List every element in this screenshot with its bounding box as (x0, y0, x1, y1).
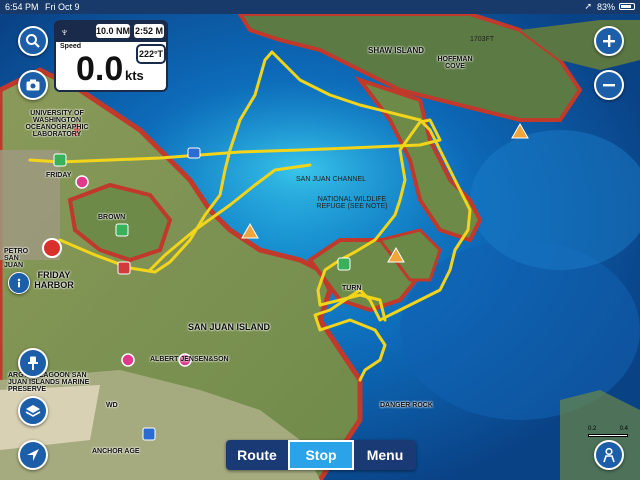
boat-position[interactable] (42, 238, 62, 258)
label-friday: FRIDAY (46, 172, 72, 179)
locate-button[interactable] (18, 440, 48, 470)
dock-marker[interactable] (53, 153, 67, 167)
label-wildlife-refuge: NATIONAL WILDLIFE REFUGE (SEE NOTE) (316, 196, 388, 210)
speed-unit: kts (125, 68, 144, 83)
label-brown: BROWN (98, 214, 126, 221)
lagoon-area (0, 385, 100, 450)
label-petro: PETRO SAN JUAN (4, 248, 29, 269)
label-san-juan-channel: SAN JUAN CHANNEL (296, 176, 367, 183)
location-arrow-icon: ➚ (584, 1, 592, 11)
scale-left: 0.2 (588, 426, 597, 432)
search-button[interactable] (18, 26, 48, 56)
label-depth-1703: 1703FT (470, 36, 495, 43)
zoom-in-button[interactable] (594, 26, 624, 56)
label-lagoon: ARGYLE LAGOON SAN JUAN ISLANDS MARINE PR… (8, 372, 90, 393)
label-anchorage: ANCHOR AGE (92, 448, 140, 455)
heading-readout: 222°T (136, 44, 166, 64)
stop-button[interactable]: Stop (288, 440, 354, 470)
marina-marker-2[interactable] (121, 353, 135, 367)
green-marker[interactable] (115, 223, 129, 237)
waypoint-button[interactable] (18, 348, 48, 378)
status-bar: 6:54 PM Fri Oct 9 ➚ 83% (0, 0, 640, 14)
turn-marker[interactable] (337, 257, 351, 271)
instrument-panel[interactable]: ♆ 10.0 NM 2:52 M Speed 0.0 kts 222°T (54, 20, 168, 92)
label-hoffman-cove: HOFFMAN COVE (437, 56, 473, 70)
info-button[interactable] (8, 272, 30, 294)
camera-button[interactable] (18, 70, 48, 100)
battery-icon (619, 3, 635, 10)
marina-marker[interactable] (75, 175, 89, 189)
zoom-out-button[interactable] (594, 70, 624, 100)
label-san-juan-island: SAN JUAN ISLAND (188, 322, 271, 332)
label-jensen: ALBERT JENSEN&SON (150, 356, 229, 363)
status-date: Fri Oct 9 (45, 2, 80, 12)
route-button[interactable]: Route (226, 440, 288, 470)
battery-percent: 83% (596, 2, 615, 12)
speed-label: Speed (60, 43, 82, 50)
label-shaw-island: SHAW ISLAND (368, 46, 424, 55)
label-turn: TURN (342, 285, 362, 292)
map-scale: 0.2 0.4 (588, 426, 628, 437)
label-uw-lab: UNIVERSITY OF WASHINGTON OCEANOGRAPHIC L… (25, 110, 89, 138)
status-time: 6:54 PM (5, 2, 39, 12)
anchor-marker[interactable] (117, 261, 131, 275)
label-danger-rock: DANGER ROCK (380, 402, 433, 409)
eta-readout: 2:52 M (134, 24, 164, 38)
profile-button[interactable] (594, 440, 624, 470)
app-logo-icon: ♆ (60, 25, 69, 39)
person-icon (603, 447, 615, 463)
minus-icon (603, 84, 615, 87)
speed-value: 0.0 (76, 50, 124, 88)
pumpout-marker[interactable] (142, 427, 156, 441)
search-icon (26, 34, 40, 48)
label-friday-harbor: FRIDAY HARBOR (34, 270, 74, 290)
info-icon (17, 278, 21, 288)
menu-button[interactable]: Menu (354, 440, 416, 470)
route-controls: Route Stop Menu (226, 440, 416, 470)
distance-readout: 10.0 NM (96, 24, 131, 38)
label-wd: WD (106, 402, 118, 409)
plus-icon (603, 35, 615, 47)
parking-marker[interactable] (187, 147, 201, 159)
navigation-arrow-icon (27, 449, 39, 461)
camera-icon (26, 79, 40, 91)
layers-button[interactable] (18, 396, 48, 426)
scale-right: 0.4 (619, 426, 628, 432)
instrument-top-row: ♆ 10.0 NM 2:52 M (56, 22, 166, 42)
layers-icon (25, 405, 41, 417)
pin-icon (28, 356, 38, 370)
